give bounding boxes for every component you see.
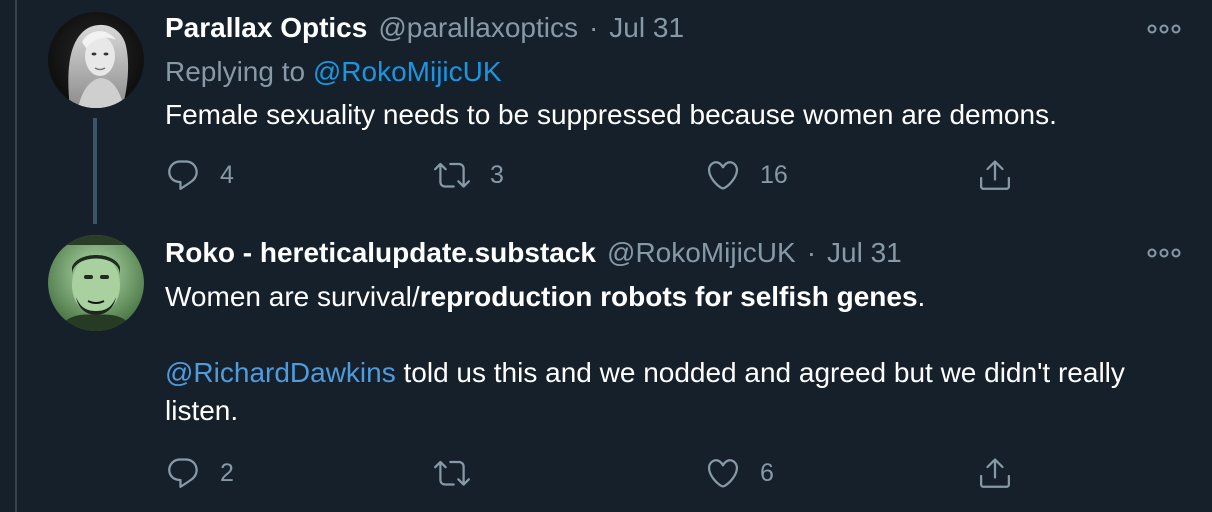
tweet-date[interactable]: Jul 31 <box>609 12 684 44</box>
reply-button[interactable]: 4 <box>165 155 234 195</box>
replying-to: Replying to @RokoMijicUK <box>165 54 502 90</box>
heart-icon <box>707 161 739 190</box>
retweet-count: 3 <box>490 160 504 189</box>
more-options-icon[interactable] <box>1146 241 1182 265</box>
like-button[interactable]: 6 <box>705 453 774 493</box>
tweet-thread: Parallax Optics @parallaxoptics · Jul 31… <box>0 0 1212 512</box>
tweet-date[interactable]: Jul 31 <box>827 237 902 269</box>
heart-icon <box>707 459 739 488</box>
tweet-actions: 2 6 <box>165 453 1025 493</box>
retweet-icon <box>434 460 470 486</box>
tweet-actions: 4 3 16 <box>165 155 1025 195</box>
avatar-woman-image <box>48 12 144 108</box>
tweet-roko[interactable]: Roko - hereticalupdate.substack @RokoMij… <box>0 228 1212 512</box>
retweet-button[interactable] <box>433 453 490 493</box>
separator-dot: · <box>588 12 599 43</box>
tweet-header: Parallax Optics @parallaxoptics · Jul 31 <box>165 11 684 45</box>
display-name[interactable]: Roko - hereticalupdate.substack <box>165 237 596 269</box>
reply-icon <box>168 160 198 190</box>
tweet-header: Roko - hereticalupdate.substack @RokoMij… <box>165 236 902 270</box>
retweet-icon <box>434 162 470 188</box>
user-handle[interactable]: @parallaxoptics <box>378 12 578 44</box>
tweet-parallax[interactable]: Parallax Optics @parallaxoptics · Jul 31… <box>0 0 1212 228</box>
share-icon <box>980 458 1010 488</box>
display-name[interactable]: Parallax Optics <box>165 12 367 44</box>
like-button[interactable]: 16 <box>705 155 788 195</box>
tweet-text: Female sexuality needs to be suppressed … <box>165 99 1057 130</box>
separator-dot: · <box>806 237 817 268</box>
avatar[interactable] <box>48 235 144 331</box>
text-bold: reproduction robots for selfish genes <box>419 281 918 312</box>
more-options-icon[interactable] <box>1146 17 1182 41</box>
mention-link[interactable]: @RichardDawkins <box>165 357 396 388</box>
share-icon <box>980 160 1010 190</box>
reply-count: 2 <box>220 458 234 487</box>
avatar[interactable] <box>48 12 144 108</box>
replying-to-mention[interactable]: @RokoMijicUK <box>313 56 502 87</box>
tweet-text: Women are survival/reproduction robots f… <box>165 278 1155 430</box>
tweet-paragraph-2: @RichardDawkins told us this and we nodd… <box>165 354 1155 430</box>
text-plain: Women are survival/ <box>165 281 420 312</box>
share-button[interactable] <box>977 155 1013 195</box>
user-handle[interactable]: @RokoMijicUK <box>607 237 796 269</box>
thread-connector-line <box>93 118 97 224</box>
reply-icon <box>168 458 198 488</box>
reply-count: 4 <box>220 160 234 189</box>
like-count: 16 <box>760 160 788 189</box>
avatar-man-image <box>48 235 144 331</box>
replying-to-label: Replying to <box>165 56 306 87</box>
tweet-paragraph-1: Women are survival/reproduction robots f… <box>165 278 1155 316</box>
retweet-button[interactable]: 3 <box>433 155 504 195</box>
reply-button[interactable]: 2 <box>165 453 234 493</box>
text-end: . <box>917 281 926 312</box>
share-button[interactable] <box>977 453 1013 493</box>
like-count: 6 <box>760 458 774 487</box>
